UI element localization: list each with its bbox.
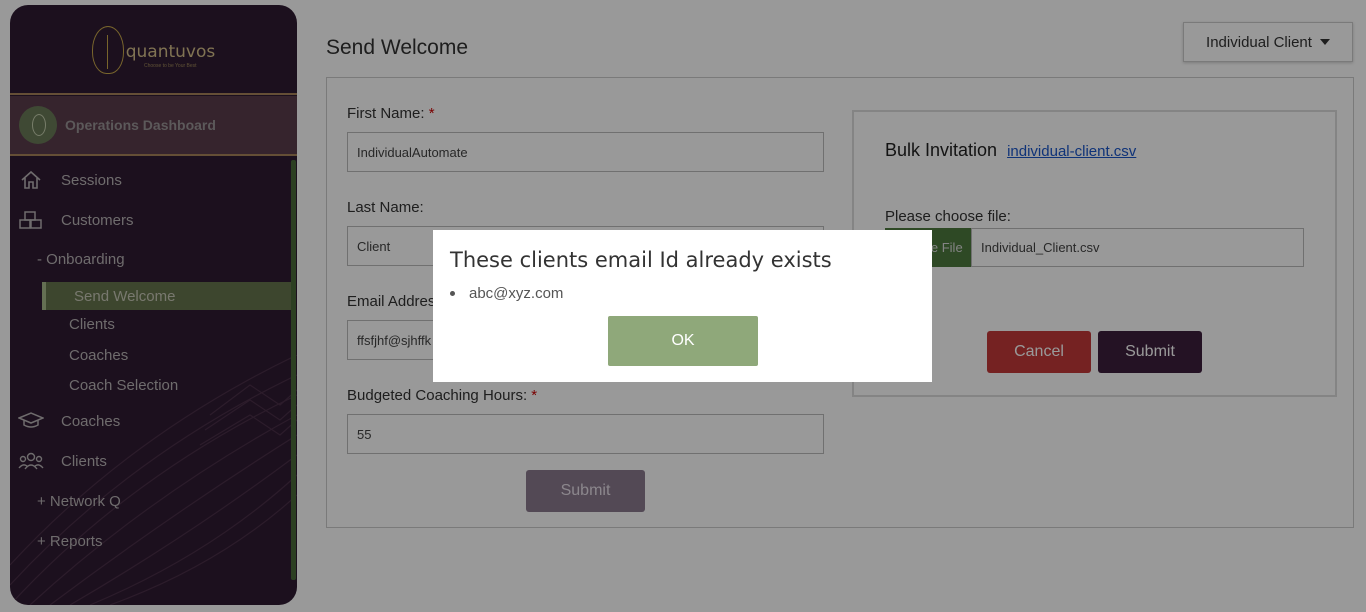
duplicate-email: abc@xyz.com: [469, 285, 564, 302]
ok-button[interactable]: OK: [608, 316, 758, 366]
list-item: abc@xyz.com: [450, 285, 563, 302]
bullet-icon: [450, 291, 455, 296]
modal-title: These clients email Id already exists: [450, 248, 832, 272]
duplicate-email-modal: These clients email Id already exists ab…: [433, 230, 932, 382]
